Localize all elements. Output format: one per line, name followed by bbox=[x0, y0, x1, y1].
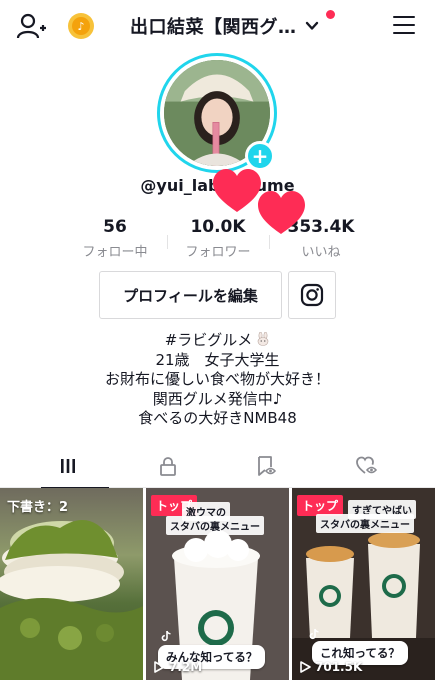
bookmark-eye-icon bbox=[258, 456, 277, 476]
coin-glyph: ♪ bbox=[72, 17, 90, 35]
video-grid: 下書き：2 トップ 激ウマの スタバの裏メニュー みんな知ってる？ 7.2M ト… bbox=[0, 488, 435, 680]
lock-icon bbox=[160, 457, 176, 476]
bio-line-5: 食べるの大好きNMB48 bbox=[138, 409, 297, 427]
tab-liked[interactable] bbox=[313, 444, 421, 488]
video-thumbnail[interactable]: トップ 激ウマの スタバの裏メニュー みんな知ってる？ 7.2M bbox=[146, 488, 289, 680]
stat-likes-value: 353.4K bbox=[287, 217, 355, 237]
video-caption-line2: スタバの裏メニュー bbox=[166, 516, 264, 535]
view-count-value: 7.2M bbox=[169, 660, 203, 674]
top-bar: ♪ 出口結菜【関西グ… bbox=[0, 0, 435, 52]
bio-line-1: #ラビグルメ bbox=[0, 331, 435, 351]
tiktok-logo-icon bbox=[161, 630, 171, 642]
stat-divider bbox=[269, 235, 270, 249]
instagram-button[interactable] bbox=[288, 271, 336, 319]
stat-followers-label: フォロワー bbox=[185, 245, 251, 260]
bio-line-4: 関西グルメ発信中♪ bbox=[152, 389, 283, 408]
draft-label: 下書き：2 bbox=[7, 500, 69, 515]
play-icon bbox=[300, 661, 311, 673]
instagram-icon bbox=[300, 283, 324, 307]
stat-followers[interactable]: 10.0K フォロワー bbox=[158, 217, 278, 260]
tiktok-logo-icon bbox=[309, 628, 319, 640]
video-thumbnail-draft[interactable]: 下書き：2 bbox=[0, 488, 143, 680]
stat-following-label: フォロー中 bbox=[82, 245, 148, 260]
view-count-value: 701.5K bbox=[315, 660, 363, 674]
tab-private[interactable] bbox=[114, 444, 222, 488]
play-icon bbox=[154, 661, 165, 673]
bio-line-2: 21歳 女子大学生 bbox=[155, 350, 280, 369]
page-title: 出口結菜【関西グ… bbox=[130, 17, 297, 38]
video-caption-line2: スタバの裏メニュー bbox=[316, 514, 414, 533]
chevron-down-icon bbox=[305, 21, 318, 30]
coin-icon[interactable]: ♪ bbox=[68, 13, 94, 39]
grid-bars-icon bbox=[61, 459, 75, 473]
stat-likes-label: いいね bbox=[301, 245, 341, 260]
add-avatar-button[interactable]: + bbox=[245, 141, 275, 171]
top-badge: トップ bbox=[297, 495, 344, 516]
view-count: 7.2M bbox=[154, 660, 202, 674]
tab-favorites[interactable] bbox=[212, 444, 320, 488]
account-switcher[interactable]: 出口結菜【関西グ… bbox=[130, 12, 319, 40]
add-user-icon[interactable] bbox=[16, 12, 46, 40]
stat-divider bbox=[167, 235, 168, 249]
bio-line-3: お財布に優しい食べ物が大好き！ bbox=[104, 370, 330, 388]
menu-icon[interactable] bbox=[393, 16, 415, 35]
video-thumbnail[interactable]: トップ すぎてやばい スタバの裏メニュー これ知ってる？ 701.5K bbox=[292, 488, 435, 680]
heart-eye-icon bbox=[356, 456, 378, 474]
stat-followers-value: 10.0K bbox=[190, 217, 246, 237]
stats-row: 56 フォロー中 10.0K フォロワー 353.4K いいね bbox=[0, 217, 435, 261]
notification-dot bbox=[326, 10, 335, 19]
profile-tabs bbox=[0, 444, 435, 489]
bio: #ラビグルメ 21歳 女子大学生 お財布に優しい食べ物が大好き！ 関西グルメ発信… bbox=[0, 331, 435, 429]
matcha-pancake-image bbox=[0, 520, 143, 680]
view-count: 701.5K bbox=[300, 660, 362, 674]
stat-following-value: 56 bbox=[103, 217, 127, 237]
stat-likes[interactable]: 353.4K いいね bbox=[261, 217, 381, 260]
edit-profile-button[interactable]: プロフィールを編集 bbox=[99, 271, 282, 319]
rabbit-emoji-icon bbox=[257, 332, 269, 346]
stat-following[interactable]: 56 フォロー中 bbox=[55, 217, 175, 260]
username: @yui_labiqurume bbox=[140, 176, 295, 195]
tab-videos[interactable] bbox=[14, 444, 122, 489]
